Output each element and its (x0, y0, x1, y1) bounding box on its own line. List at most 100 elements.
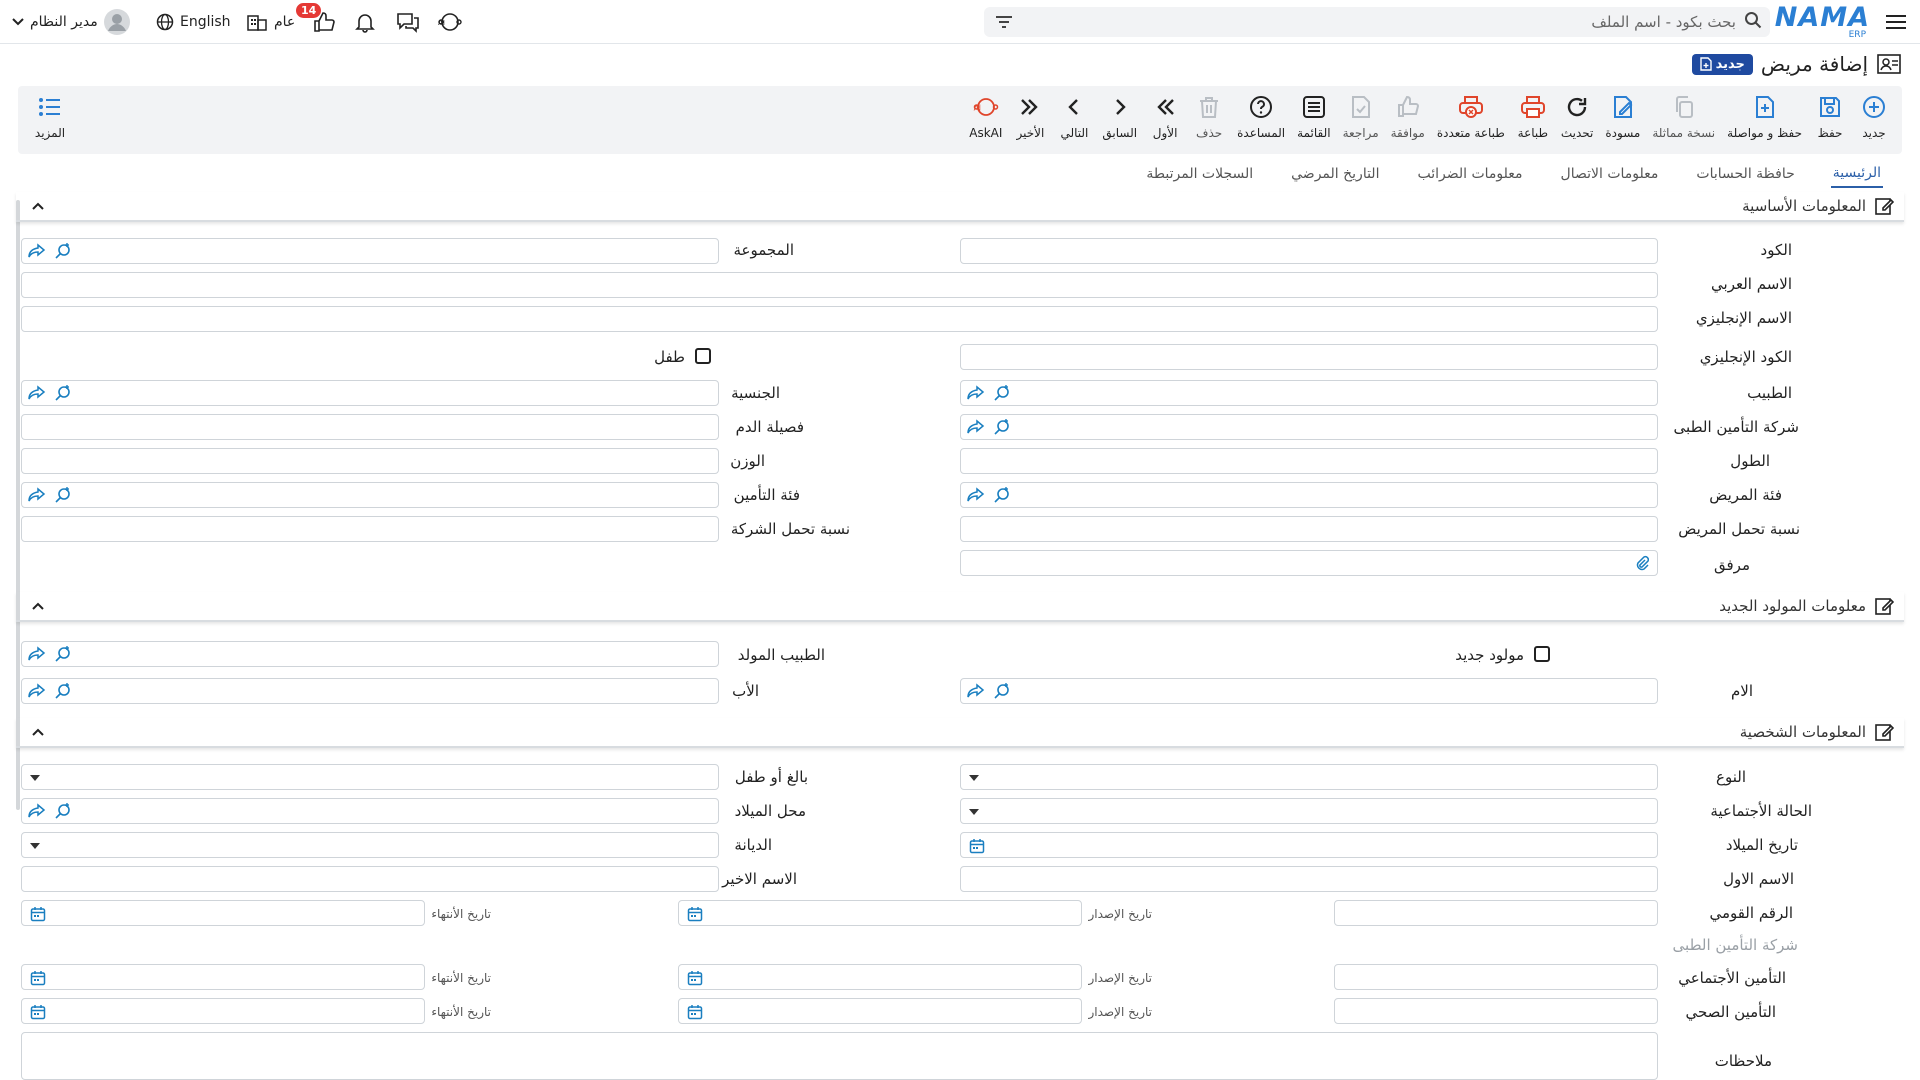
open-link-icon[interactable] (28, 384, 46, 406)
national-id-expiry-date[interactable] (21, 900, 425, 926)
duplicate-button[interactable]: نسخة مماثلة (1646, 92, 1721, 150)
search-plus-icon[interactable] (993, 682, 1011, 704)
dropdown-caret-icon[interactable] (969, 809, 979, 815)
review-button[interactable]: مراجعة (1337, 92, 1385, 150)
search-input[interactable]: بحث بكود - اسم الملف (1016, 13, 1744, 31)
adult-child-select[interactable] (21, 764, 719, 790)
notes-textarea[interactable] (21, 1032, 1658, 1080)
insurance-category-input[interactable] (21, 482, 719, 508)
chevron-up-icon[interactable] (26, 728, 50, 736)
open-link-icon[interactable] (28, 242, 46, 264)
delivery-doctor-input[interactable] (21, 641, 719, 667)
chat-icon[interactable] (396, 0, 420, 44)
weight-input[interactable] (21, 448, 719, 474)
delete-button[interactable]: حذف (1187, 92, 1231, 150)
last-name-input[interactable] (21, 866, 719, 892)
calendar-icon[interactable] (30, 906, 46, 926)
calendar-icon[interactable] (969, 838, 985, 858)
search-plus-icon[interactable] (54, 486, 72, 508)
nationality-input[interactable] (21, 380, 719, 406)
search-plus-icon[interactable] (54, 802, 72, 824)
paperclip-icon[interactable] (1635, 555, 1650, 575)
help-button[interactable]: المساعدة (1231, 92, 1291, 150)
company-share-input[interactable] (21, 516, 719, 542)
search-icon[interactable] (1744, 11, 1762, 33)
dropdown-caret-icon[interactable] (969, 775, 979, 781)
print-button[interactable]: طباعة (1511, 92, 1555, 150)
health-expiry-date[interactable] (21, 998, 425, 1024)
patient-share-input[interactable] (960, 516, 1658, 542)
attachment-input[interactable] (960, 550, 1658, 576)
save-continue-button[interactable]: حفظ و مواصلة (1721, 92, 1808, 150)
health-insurance-input[interactable] (1334, 998, 1658, 1024)
prev-button[interactable]: السابق (1096, 92, 1143, 150)
search-plus-icon[interactable] (54, 645, 72, 667)
menu-icon[interactable] (1884, 0, 1908, 44)
social-issue-date[interactable] (678, 964, 1082, 990)
english-code-input[interactable] (960, 344, 1658, 370)
open-link-icon[interactable] (28, 802, 46, 824)
tab-5[interactable]: السجلات المرتبطة (1127, 160, 1272, 188)
gender-select[interactable] (960, 764, 1658, 790)
tab-1[interactable]: حافظة الحسابات (1677, 160, 1813, 188)
father-input[interactable] (21, 678, 719, 704)
health-issue-date[interactable] (678, 998, 1082, 1024)
blood-type-input[interactable] (21, 414, 719, 440)
bell-icon[interactable] (354, 0, 376, 44)
national-id-input[interactable] (1334, 900, 1658, 926)
calendar-icon[interactable] (687, 970, 703, 990)
english-name-input[interactable] (21, 306, 1658, 332)
search-plus-icon[interactable] (993, 486, 1011, 508)
next-button[interactable]: التالي (1052, 92, 1096, 150)
ai-icon[interactable]: AI (438, 0, 462, 44)
refresh-button[interactable]: تحديث (1555, 92, 1600, 150)
askai-button[interactable]: AI AskAI (963, 92, 1008, 150)
open-link-icon[interactable] (28, 486, 46, 508)
dropdown-caret-icon[interactable] (30, 843, 40, 849)
arabic-name-input[interactable] (21, 272, 1658, 298)
birth-place-input[interactable] (21, 798, 719, 824)
doctor-input[interactable] (960, 380, 1658, 406)
new-button[interactable]: جديد (1852, 92, 1896, 150)
multi-print-button[interactable]: طباعة متعددة (1431, 92, 1511, 150)
open-link-icon[interactable] (967, 418, 985, 440)
list-button[interactable]: القائمة (1291, 92, 1336, 150)
insurance-company-input[interactable] (960, 414, 1658, 440)
group-input[interactable] (21, 238, 719, 264)
section-newborn-info[interactable]: معلومات المولود الجديد (16, 592, 1904, 622)
calendar-icon[interactable] (30, 970, 46, 990)
user-menu[interactable]: مدير النظام (12, 0, 130, 44)
first-button[interactable]: الأول (1143, 92, 1187, 150)
chevron-up-icon[interactable] (26, 202, 50, 210)
calendar-icon[interactable] (30, 1004, 46, 1024)
social-expiry-date[interactable] (21, 964, 425, 990)
calendar-icon[interactable] (687, 1004, 703, 1024)
newborn-checkbox[interactable] (1534, 646, 1550, 662)
birth-date-input[interactable] (960, 832, 1658, 858)
calendar-icon[interactable] (687, 906, 703, 926)
social-insurance-input[interactable] (1334, 964, 1658, 990)
search-plus-icon[interactable] (993, 384, 1011, 406)
draft-button[interactable]: مسودة (1599, 92, 1646, 150)
religion-select[interactable] (21, 832, 719, 858)
national-id-issue-date[interactable] (678, 900, 1082, 926)
language-selector[interactable]: English (156, 0, 231, 44)
marital-status-select[interactable] (960, 798, 1658, 824)
branch-selector[interactable]: عام (246, 0, 295, 44)
open-link-icon[interactable] (967, 486, 985, 508)
height-input[interactable] (960, 448, 1658, 474)
code-input[interactable] (960, 238, 1658, 264)
search-box[interactable]: بحث بكود - اسم الملف (984, 7, 1770, 37)
nama-logo[interactable]: NAMA ERP (1775, 0, 1870, 44)
child-checkbox[interactable] (695, 348, 711, 364)
tab-2[interactable]: معلومات الاتصال (1542, 160, 1678, 188)
save-button[interactable]: حفظ (1808, 92, 1852, 150)
open-link-icon[interactable] (28, 645, 46, 667)
open-link-icon[interactable] (967, 682, 985, 704)
search-plus-icon[interactable] (54, 384, 72, 406)
section-personal-info[interactable]: المعلومات الشخصية (16, 718, 1904, 748)
search-plus-icon[interactable] (54, 242, 72, 264)
last-button[interactable]: الأخير (1008, 92, 1052, 150)
patient-category-input[interactable] (960, 482, 1658, 508)
dropdown-caret-icon[interactable] (30, 775, 40, 781)
